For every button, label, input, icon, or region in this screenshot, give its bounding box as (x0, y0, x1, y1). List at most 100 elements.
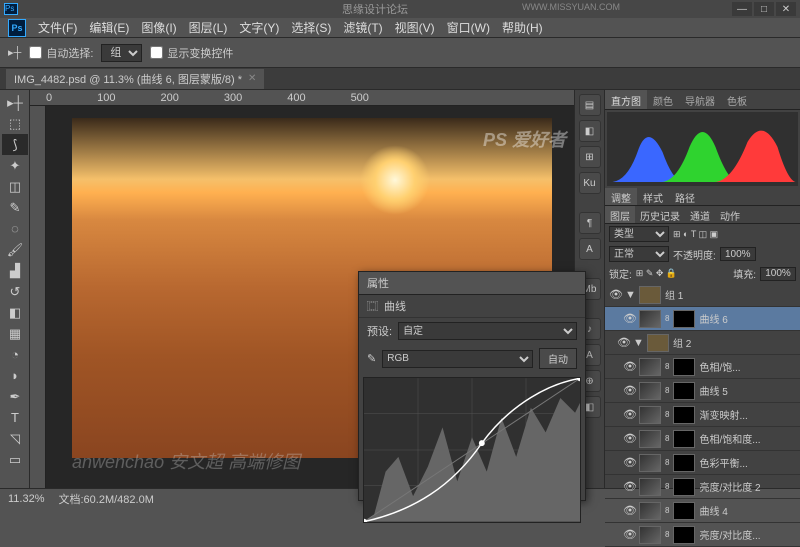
mask-thumb[interactable] (673, 310, 695, 328)
fill-input[interactable] (760, 267, 796, 281)
channel-select[interactable]: RGB (382, 350, 533, 368)
panel-ku-icon[interactable]: Ku (579, 172, 601, 194)
maximize-button[interactable]: □ (754, 2, 774, 16)
auto-select[interactable]: 自动选择: (29, 45, 93, 61)
tab-channels[interactable]: 通道 (685, 206, 715, 223)
menu-layer[interactable]: 图层(L) (189, 19, 228, 36)
tab-history[interactable]: 历史记录 (635, 206, 685, 223)
folder-arrow-icon[interactable]: ▼ (633, 337, 643, 349)
tab-swatches[interactable]: 色板 (721, 90, 753, 109)
layer-row[interactable]: 👁8亮度/对比度... (605, 523, 800, 547)
menu-filter[interactable]: 滤镜(T) (343, 19, 382, 36)
menu-view[interactable]: 视图(V) (395, 19, 435, 36)
tab-styles[interactable]: 样式 (637, 188, 669, 205)
layer-row[interactable]: 👁8渐变映射... (605, 403, 800, 427)
mask-thumb[interactable] (673, 478, 695, 496)
layer-name[interactable]: 曲线 5 (699, 383, 796, 398)
layer-name[interactable]: 色相/饱... (699, 359, 796, 374)
menu-edit[interactable]: 编辑(E) (89, 19, 129, 36)
shape-tool[interactable]: ▭ (2, 449, 28, 470)
layer-row[interactable]: 👁8色彩平衡... (605, 451, 800, 475)
sampler-icon[interactable]: ✎ (367, 352, 376, 365)
mask-thumb[interactable] (673, 382, 695, 400)
close-button[interactable]: ✕ (776, 2, 796, 16)
eyedropper-tool[interactable]: ✎ (2, 197, 28, 218)
layer-row[interactable]: 👁▼组 1 (605, 283, 800, 307)
curves-graph[interactable] (363, 377, 581, 523)
tab-layers[interactable]: 图层 (605, 206, 635, 223)
layer-name[interactable]: 渐变映射... (699, 407, 796, 422)
history-brush-tool[interactable]: ↺ (2, 281, 28, 302)
mask-thumb[interactable] (673, 502, 695, 520)
menu-select[interactable]: 选择(S) (291, 19, 331, 36)
menu-window[interactable]: 窗口(W) (447, 19, 490, 36)
tab-actions[interactable]: 动作 (715, 206, 745, 223)
tab-histogram[interactable]: 直方图 (605, 90, 647, 109)
zoom-level[interactable]: 11.32% (8, 493, 45, 505)
tab-color[interactable]: 颜色 (647, 90, 679, 109)
panel-c-icon[interactable]: ⊞ (579, 146, 601, 168)
wand-tool[interactable]: ✦ (2, 155, 28, 176)
blur-tool[interactable]: ◔ (2, 344, 28, 365)
visibility-icon[interactable]: 👁 (623, 312, 635, 325)
brush-tool[interactable]: 🖌 (2, 239, 28, 260)
tab-paths[interactable]: 路径 (669, 188, 701, 205)
visibility-icon[interactable]: 👁 (609, 288, 621, 301)
lasso-tool[interactable]: ⟆ (2, 134, 28, 155)
panel-b-icon[interactable]: ◧ (579, 120, 601, 142)
visibility-icon[interactable]: 👁 (623, 384, 635, 397)
marquee-tool[interactable]: ⬚ (2, 113, 28, 134)
visibility-icon[interactable]: 👁 (623, 504, 635, 517)
stamp-tool[interactable]: ▟ (2, 260, 28, 281)
layer-row[interactable]: 👁8曲线 4 (605, 499, 800, 523)
document-tab[interactable]: IMG_4482.psd @ 11.3% (曲线 6, 图层蒙版/8) * ✕ (6, 69, 264, 89)
show-transform[interactable]: 显示变换控件 (150, 45, 233, 61)
layer-name[interactable]: 亮度/对比度 2 (699, 479, 796, 494)
panel-e-icon[interactable]: A (579, 238, 601, 260)
close-tab-icon[interactable]: ✕ (248, 73, 256, 84)
blend-mode[interactable]: 正常 (609, 246, 669, 262)
mask-thumb[interactable] (673, 406, 695, 424)
mask-thumb[interactable] (673, 526, 695, 544)
gradient-tool[interactable]: ▦ (2, 323, 28, 344)
layer-row[interactable]: 👁 ▼ 组 2 (605, 331, 800, 355)
layer-row[interactable]: 👁8亮度/对比度 2 (605, 475, 800, 499)
layer-name[interactable]: 亮度/对比度... (699, 527, 796, 542)
layer-row[interactable]: 👁8色相/饱... (605, 355, 800, 379)
mask-thumb[interactable] (673, 430, 695, 448)
visibility-icon[interactable]: 👁 (623, 360, 635, 373)
layer-name[interactable]: 色相/饱和度... (699, 431, 796, 446)
menu-image[interactable]: 图像(I) (141, 19, 176, 36)
crop-tool[interactable]: ◫ (2, 176, 28, 197)
auto-button[interactable]: 自动 (539, 348, 577, 369)
visibility-icon[interactable]: 👁 (623, 432, 635, 445)
visibility-icon[interactable]: 👁 (623, 456, 635, 469)
mask-thumb[interactable] (673, 358, 695, 376)
opacity-input[interactable] (720, 247, 756, 261)
minimize-button[interactable]: — (732, 2, 752, 16)
layer-name[interactable]: 色彩平衡... (699, 455, 796, 470)
layer-row[interactable]: 👁8曲线 6 (605, 307, 800, 331)
layer-row[interactable]: 👁8曲线 5 (605, 379, 800, 403)
layer-row[interactable]: 👁8色相/饱和度... (605, 427, 800, 451)
visibility-icon[interactable]: 👁 (623, 480, 635, 493)
layer-name[interactable]: 组 2 (673, 335, 796, 350)
visibility-icon[interactable]: 👁 (623, 408, 635, 421)
panel-a-icon[interactable]: ▤ (579, 94, 601, 116)
layer-kind[interactable]: 类型 (609, 226, 669, 242)
pen-tool[interactable]: ✒ (2, 386, 28, 407)
menu-type[interactable]: 文字(Y) (239, 19, 279, 36)
panel-d-icon[interactable]: ¶ (579, 212, 601, 234)
tab-adjustments[interactable]: 调整 (605, 188, 637, 205)
layer-name[interactable]: 曲线 6 (699, 311, 796, 326)
menu-file[interactable]: 文件(F) (38, 19, 77, 36)
dodge-tool[interactable]: ◗ (2, 365, 28, 386)
path-tool[interactable]: ◹ (2, 428, 28, 449)
heal-tool[interactable]: ◌ (2, 218, 28, 239)
tab-navigator[interactable]: 导航器 (679, 90, 721, 109)
mask-thumb[interactable] (673, 454, 695, 472)
layer-name[interactable]: 曲线 4 (699, 503, 796, 518)
eraser-tool[interactable]: ◧ (2, 302, 28, 323)
visibility-icon[interactable]: 👁 (617, 336, 629, 349)
auto-select-mode[interactable]: 组 (101, 44, 142, 62)
